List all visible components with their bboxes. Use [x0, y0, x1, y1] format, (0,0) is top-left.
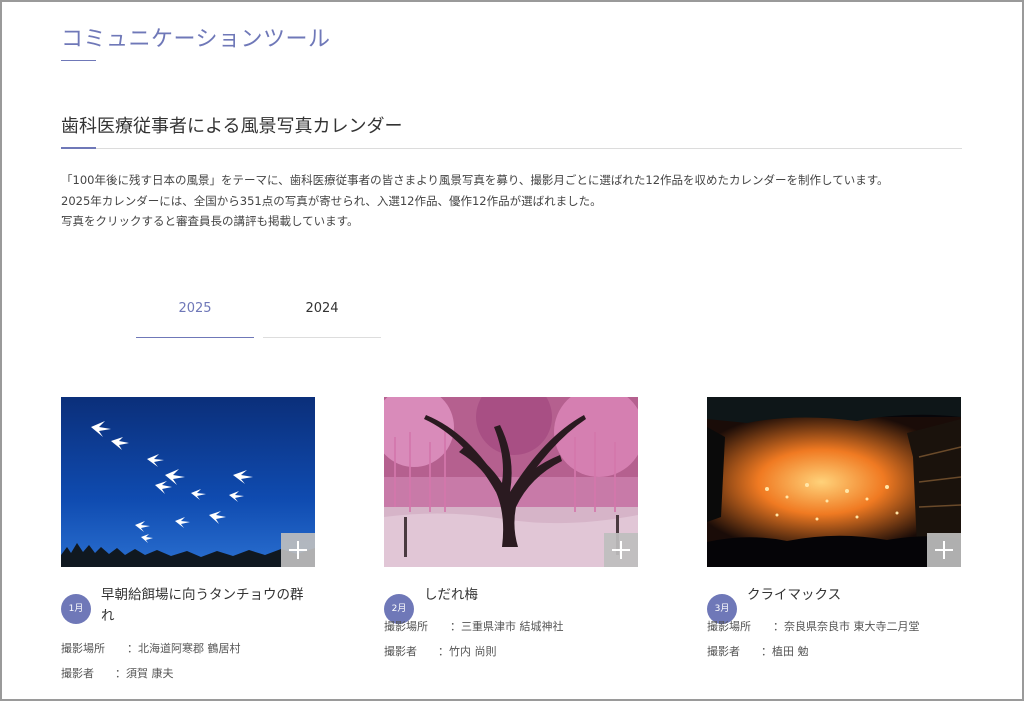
fire-festival-photo[interactable]: [707, 397, 961, 567]
section-title-underline: [61, 60, 96, 61]
calendar-title: 歯科医療従事者による風景写真カレンダー: [61, 116, 403, 137]
calendar-card-february: 2月 しだれ梅 撮影場所 ：三重県津市 結城神社 撮影者 ：竹内 尚則: [384, 397, 638, 658]
calendar-title-rule-accent: [61, 147, 96, 149]
place-label: 撮影場所: [384, 620, 428, 633]
tab-2025[interactable]: 2025: [136, 298, 254, 338]
calendar-card-january: 1月 早朝給餌場に向うタンチョウの群れ 撮影場所 ：北海道阿寒郡 鶴居村 撮影者 ：…: [61, 397, 315, 680]
plum-tree-photo[interactable]: [384, 397, 638, 567]
photographer-label: 撮影者: [384, 645, 417, 658]
photographer-label: 撮影者: [707, 645, 740, 658]
photo-place: 撮影場所 ：三重県津市 結城神社: [384, 618, 564, 634]
photo-place: 撮影場所 ：北海道阿寒郡 鶴居村: [61, 640, 241, 656]
expand-plus-icon[interactable]: [604, 533, 638, 567]
calendar-card-march: 3月 クライマックス 撮影場所 ：奈良県奈良市 東大寺二月堂 撮影者 ：植田 勉: [707, 397, 961, 658]
calendar-intro: 「100年後に残す日本の風景」をテーマに、歯科医療従事者の皆さまより風景写真を募…: [61, 170, 966, 232]
photo-title: クライマックス: [747, 587, 842, 603]
month-badge: 1月: [61, 594, 91, 624]
place-label: 撮影場所: [61, 642, 105, 655]
photo-photographer: 撮影者 ：植田 勉: [707, 643, 809, 659]
intro-line: 2025年カレンダーには、全国から351点の写真が寄せられ、入選12作品、優作1…: [61, 193, 602, 208]
expand-plus-icon[interactable]: [281, 533, 315, 567]
photo-place: 撮影場所 ：奈良県奈良市 東大寺二月堂: [707, 618, 920, 634]
place-value: ：北海道阿寒郡 鶴居村: [127, 642, 241, 655]
photo-photographer: 撮影者 ：須賀 康夫: [61, 665, 174, 681]
cranes-photo[interactable]: [61, 397, 315, 567]
place-label: 撮影場所: [707, 620, 751, 633]
photographer-value: ：須賀 康夫: [115, 667, 174, 680]
photo-photographer: 撮影者 ：竹内 尚則: [384, 643, 497, 659]
intro-line: 「100年後に残す日本の風景」をテーマに、歯科医療従事者の皆さまより風景写真を募…: [61, 173, 889, 187]
photo-title: 早朝給餌場に向うタンチョウの群れ: [101, 587, 304, 624]
intro-line: 写真をクリックすると審査員長の講評も掲載しています。: [61, 214, 359, 228]
photo-title: しだれ梅: [424, 587, 478, 603]
photographer-value: ：竹内 尚則: [438, 645, 497, 658]
section-title: コミュニケーションツール: [61, 27, 331, 52]
calendar-title-rule: [61, 148, 962, 149]
place-value: ：三重県津市 結城神社: [450, 620, 564, 633]
expand-plus-icon[interactable]: [927, 533, 961, 567]
page-frame: コミュニケーションツール 歯科医療従事者による風景写真カレンダー 「100年後に…: [0, 0, 1024, 701]
place-value: ：奈良県奈良市 東大寺二月堂: [773, 620, 920, 633]
photographer-label: 撮影者: [61, 667, 94, 680]
photographer-value: ：植田 勉: [761, 645, 809, 658]
tab-2024[interactable]: 2024: [263, 298, 381, 338]
